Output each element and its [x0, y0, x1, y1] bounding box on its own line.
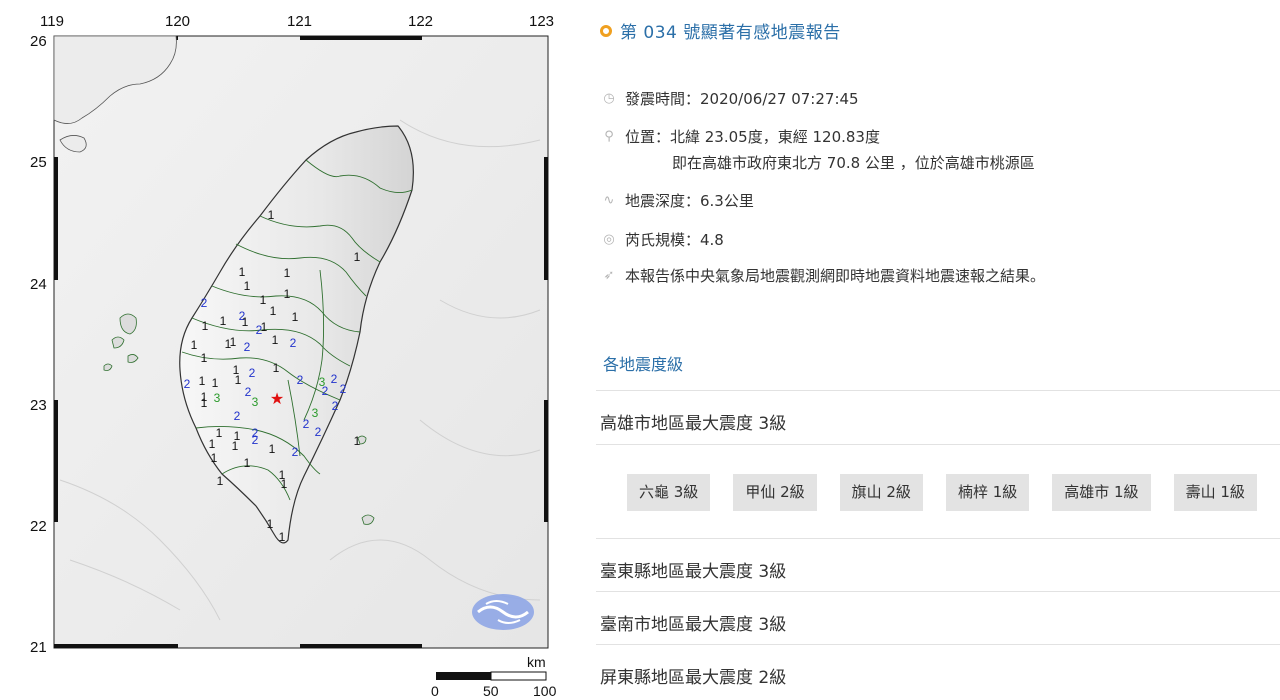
station-intensity-marker: 2 — [249, 366, 256, 380]
station-intensity-marker: 1 — [279, 530, 286, 544]
info-note-row: ➶ 本報告係中央氣象局地震觀測網即時地震資料地震速報之結果。 — [602, 265, 1045, 286]
divider — [596, 444, 1280, 445]
report-note: 本報告係中央氣象局地震觀測網即時地震資料地震速報之結果。 — [625, 267, 1046, 285]
station-intensity-marker: 1 — [232, 439, 239, 453]
station-intensity-marker: 3 — [252, 395, 259, 409]
epicenter-star-icon: ★ — [270, 389, 284, 408]
station-intensity-marker: 2 — [245, 385, 252, 399]
station-intensity-marker: 2 — [303, 417, 310, 431]
station-intensity-marker: 2 — [297, 373, 304, 387]
scale-label: 100 — [533, 683, 557, 699]
station-intensity-marker: 1 — [284, 287, 291, 301]
station-intensity-marker: 1 — [211, 451, 218, 465]
scale-label: 50 — [483, 683, 499, 699]
station-intensity-marker: 2 — [315, 425, 322, 439]
station-intensity-marker: 1 — [209, 437, 216, 451]
station-intensity-marker: 1 — [199, 374, 206, 388]
region-max-intensity-kaohsiung[interactable]: 高雄市地區最大震度 3級 — [600, 409, 786, 434]
station-chip[interactable]: 旗山 2級 — [839, 474, 923, 511]
station-intensity-marker: 2 — [332, 399, 339, 413]
station-intensity-marker: 1 — [201, 351, 208, 365]
focal-depth: 地震深度：6.3公里 — [625, 192, 754, 210]
richter-magnitude: 芮氏規模：4.8 — [625, 231, 724, 249]
station-intensity-marker: 1 — [281, 477, 288, 491]
scale-bar — [436, 671, 547, 681]
scale-unit: km — [527, 654, 546, 670]
report-title-text: 第 034 號顯著有感地震報告 — [620, 23, 841, 43]
cwb-logo-icon — [472, 594, 534, 630]
station-intensity-marker: 1 — [217, 474, 224, 488]
station-intensity-marker: 2 — [244, 340, 251, 354]
station-intensity-marker: 3 — [312, 406, 319, 420]
info-location-row: ⚲ 位置：北緯 23.05度，東經 120.83度 — [602, 126, 880, 147]
station-intensity-marker: 1 — [267, 517, 274, 531]
station-chip[interactable]: 甲仙 2級 — [733, 474, 817, 511]
location-coordinates: 位置：北緯 23.05度，東經 120.83度 — [625, 128, 880, 146]
station-intensity-marker: 1 — [235, 373, 242, 387]
station-intensity-marker: 1 — [220, 314, 227, 328]
report-title: 第 034 號顯著有感地震報告 — [600, 18, 841, 43]
divider — [596, 538, 1280, 539]
station-intensity-marker: 2 — [252, 433, 259, 447]
divider — [596, 390, 1280, 391]
station-intensity-marker: 1 — [260, 293, 267, 307]
station-intensity-marker: 2 — [234, 409, 241, 423]
earthquake-report-panel: 第 034 號顯著有感地震報告 ◷ 發震時間：2020/06/27 07:27:… — [596, 0, 1280, 700]
station-intensity-marker: 1 — [269, 442, 276, 456]
station-intensity-marker: 1 — [354, 434, 361, 448]
station-intensity-marker: 3 — [214, 391, 221, 405]
station-intensity-marker: 1 — [273, 361, 280, 375]
station-intensity-marker: 1 — [191, 338, 198, 352]
clock-icon: ◷ — [603, 90, 615, 106]
signal-icon: ◎ — [603, 231, 615, 247]
station-intensity-marker: 2 — [331, 372, 338, 386]
station-intensity-marker: 2 — [290, 336, 297, 350]
station-intensity-marker: 1 — [216, 426, 223, 440]
title-bullet-icon — [600, 24, 612, 37]
station-intensity-marker: 2 — [292, 445, 299, 459]
station-intensity-marker: 1 — [354, 250, 361, 264]
earthquake-intensity-map: 119 120 121 122 123 26 25 24 23 22 21 1 … — [0, 0, 575, 700]
intensity-section-title: 各地震度級 — [603, 355, 684, 374]
station-intensity-marker: 2 — [340, 382, 347, 396]
location-pin-icon: ⚲ — [604, 128, 614, 144]
station-chip[interactable]: 六龜 3級 — [627, 474, 711, 511]
station-intensity-marker: 1 — [261, 320, 268, 334]
station-intensity-marker: 2 — [322, 384, 329, 398]
wave-icon: ∿ — [603, 192, 615, 208]
map-canvas: 111 111 1211 1 212111 11 2 1 2111 211 12 2 3 22 21 3 231… — [53, 35, 549, 681]
region-max-intensity-tainan[interactable]: 臺南市地區最大震度 3級 — [600, 610, 786, 635]
scale-label: 0 — [431, 683, 439, 699]
region-max-intensity-taitung[interactable]: 臺東縣地區最大震度 3級 — [600, 557, 786, 582]
station-chip[interactable]: 楠梓 1級 — [945, 474, 1030, 511]
station-intensity-marker: 1 — [230, 335, 237, 349]
station-intensity-marker: 1 — [201, 396, 208, 410]
station-intensity-marker: 1 — [268, 208, 275, 222]
station-intensity-marker: 1 — [284, 266, 291, 280]
station-intensity-marker: 1 — [239, 265, 246, 279]
station-intensity-marker: 2 — [201, 296, 208, 310]
station-intensity-marker: 1 — [292, 310, 299, 324]
station-intensity-marker: 1 — [270, 304, 277, 318]
info-time-row: ◷ 發震時間：2020/06/27 07:27:45 — [602, 88, 859, 109]
station-chip[interactable]: 壽山 1級 — [1173, 474, 1257, 511]
station-intensity-marker: 1 — [272, 333, 279, 347]
station-intensity-list: 六龜 3級 甲仙 2級 旗山 2級 楠梓 1級 高雄市 1級 壽山 1級 — [627, 474, 1280, 511]
station-intensity-marker: 1 — [244, 279, 251, 293]
region-max-intensity-pingtung[interactable]: 屏東縣地區最大震度 2級 — [600, 663, 786, 688]
station-intensity-marker: 1 — [242, 315, 249, 329]
divider — [596, 644, 1280, 645]
location-detail: 即在高雄市政府東北方 70.8 公里 ，位於高雄市桃源區 — [672, 154, 1035, 172]
info-magnitude-row: ◎ 芮氏規模：4.8 — [602, 229, 724, 250]
station-intensity-marker: 1 — [212, 376, 219, 390]
station-intensity-marker: 1 — [244, 456, 251, 470]
origin-time: 發震時間：2020/06/27 07:27:45 — [625, 90, 859, 108]
station-chip[interactable]: 高雄市 1級 — [1052, 474, 1151, 511]
divider — [596, 591, 1280, 592]
info-depth-row: ∿ 地震深度：6.3公里 — [602, 190, 754, 211]
megaphone-icon: ➶ — [603, 267, 615, 283]
station-intensity-marker: 1 — [202, 319, 209, 333]
station-intensity-marker: 2 — [184, 377, 191, 391]
